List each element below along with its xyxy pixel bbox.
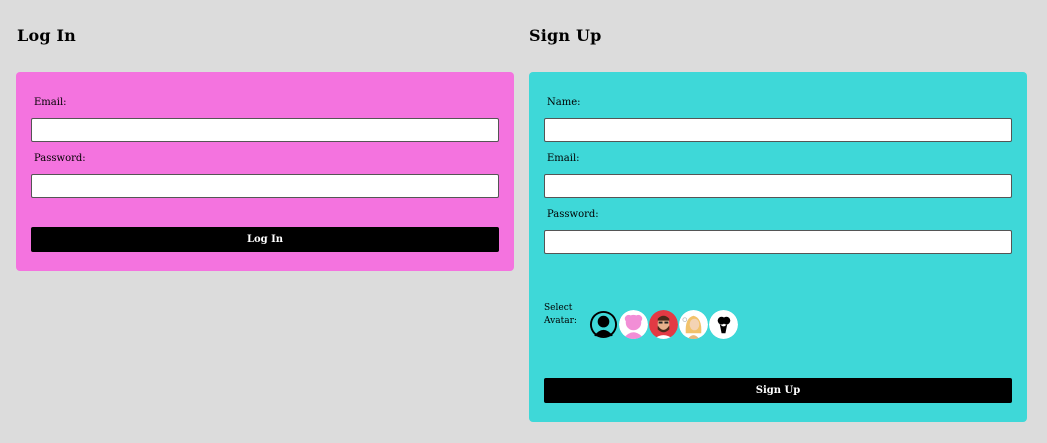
signup-title: Sign Up (529, 26, 602, 45)
login-form: Email: Password: Log In (16, 72, 514, 271)
black-figure-avatar-icon[interactable] (709, 310, 738, 339)
login-password-input[interactable] (31, 174, 499, 198)
avatar-picker (589, 310, 738, 339)
signup-form: Name: Email: Password: Select Avatar: Si… (529, 72, 1027, 422)
signup-name-input[interactable] (544, 118, 1012, 142)
login-title: Log In (17, 26, 76, 45)
login-email-label: Email: (34, 97, 67, 108)
signup-email-label: Email: (547, 153, 580, 164)
signup-password-label: Password: (547, 209, 599, 220)
signup-password-input[interactable] (544, 230, 1012, 254)
login-button[interactable]: Log In (31, 227, 499, 252)
signup-name-label: Name: (547, 97, 581, 108)
login-password-label: Password: (34, 153, 86, 164)
blonde-woman-avatar-icon[interactable] (679, 310, 708, 339)
pink-silhouette-avatar-icon[interactable] (619, 310, 648, 339)
select-avatar-label: Select Avatar: (544, 303, 577, 326)
signup-button[interactable]: Sign Up (544, 378, 1012, 403)
bearded-man-avatar-icon[interactable] (649, 310, 678, 339)
login-email-input[interactable] (31, 118, 499, 142)
black-silhouette-avatar-icon[interactable] (589, 310, 618, 339)
signup-email-input[interactable] (544, 174, 1012, 198)
